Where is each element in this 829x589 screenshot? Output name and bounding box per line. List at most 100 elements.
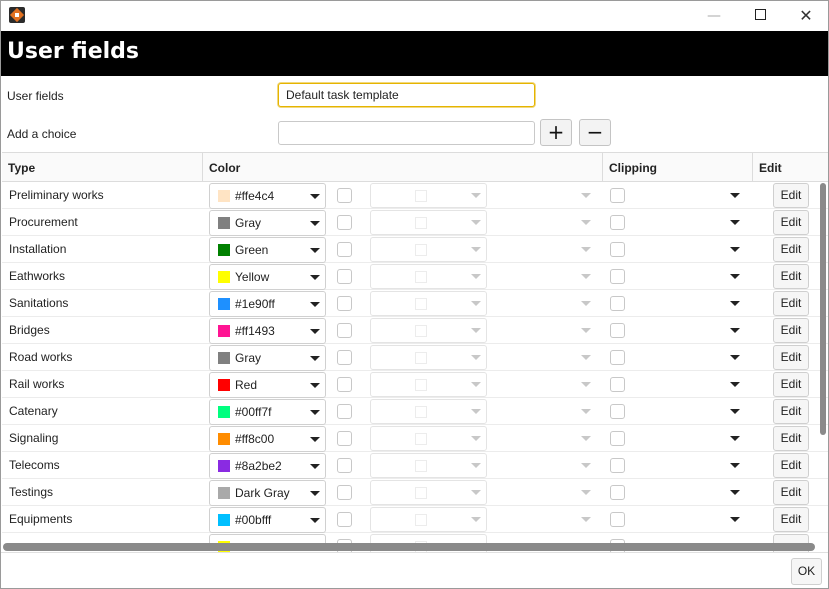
- column-header-edit[interactable]: Edit: [753, 153, 828, 181]
- edit-button[interactable]: Edit: [773, 264, 809, 289]
- chevron-down-icon[interactable]: [730, 301, 740, 306]
- edit-button[interactable]: Edit: [773, 426, 809, 451]
- color-enable-checkbox[interactable]: [337, 512, 352, 527]
- clipping-checkbox[interactable]: [610, 242, 625, 257]
- edit-button[interactable]: Edit: [773, 210, 809, 235]
- color-enable-checkbox[interactable]: [337, 242, 352, 257]
- edit-button[interactable]: Edit: [773, 453, 809, 478]
- chevron-down-icon[interactable]: [730, 436, 740, 441]
- clipping-checkbox[interactable]: [610, 458, 625, 473]
- chevron-down-icon[interactable]: [730, 193, 740, 198]
- chevron-down-icon[interactable]: [730, 220, 740, 225]
- secondary-color-select[interactable]: [370, 183, 487, 208]
- edit-button[interactable]: Edit: [773, 318, 809, 343]
- secondary-color-select[interactable]: [370, 345, 487, 370]
- user-fields-input[interactable]: Default task template: [278, 83, 535, 107]
- chevron-down-icon[interactable]: [581, 382, 591, 387]
- edit-button[interactable]: Edit: [773, 183, 809, 208]
- color-select[interactable]: #ff8c00: [209, 426, 326, 452]
- edit-button[interactable]: Edit: [773, 399, 809, 424]
- chevron-down-icon[interactable]: [581, 436, 591, 441]
- color-select[interactable]: #ffe4c4: [209, 183, 326, 209]
- color-enable-checkbox[interactable]: [337, 269, 352, 284]
- color-enable-checkbox[interactable]: [337, 215, 352, 230]
- close-button[interactable]: ✕: [783, 1, 828, 31]
- clipping-checkbox[interactable]: [610, 350, 625, 365]
- secondary-color-select[interactable]: [370, 291, 487, 316]
- secondary-color-select[interactable]: [370, 210, 487, 235]
- edit-button[interactable]: Edit: [773, 345, 809, 370]
- color-enable-checkbox[interactable]: [337, 431, 352, 446]
- add-choice-button[interactable]: +: [540, 119, 572, 146]
- chevron-down-icon[interactable]: [581, 463, 591, 468]
- color-enable-checkbox[interactable]: [337, 350, 352, 365]
- chevron-down-icon[interactable]: [581, 517, 591, 522]
- chevron-down-icon[interactable]: [730, 382, 740, 387]
- color-select[interactable]: Green: [209, 237, 326, 263]
- secondary-color-select[interactable]: [370, 426, 487, 451]
- title-bar[interactable]: — ✕: [1, 1, 828, 31]
- maximize-button[interactable]: [737, 1, 783, 31]
- column-header-type[interactable]: Type: [2, 153, 203, 181]
- color-enable-checkbox[interactable]: [337, 404, 352, 419]
- edit-button[interactable]: Edit: [773, 291, 809, 316]
- secondary-color-select[interactable]: [370, 264, 487, 289]
- chevron-down-icon[interactable]: [730, 355, 740, 360]
- minimize-button[interactable]: —: [691, 1, 737, 31]
- clipping-checkbox[interactable]: [610, 269, 625, 284]
- color-select[interactable]: #1e90ff: [209, 291, 326, 317]
- color-enable-checkbox[interactable]: [337, 188, 352, 203]
- clipping-checkbox[interactable]: [610, 188, 625, 203]
- color-select[interactable]: Dark Gray: [209, 480, 326, 506]
- chevron-down-icon[interactable]: [581, 490, 591, 495]
- chevron-down-icon[interactable]: [581, 220, 591, 225]
- chevron-down-icon[interactable]: [730, 274, 740, 279]
- edit-button[interactable]: Edit: [773, 480, 809, 505]
- color-select[interactable]: Yellow: [209, 264, 326, 290]
- chevron-down-icon[interactable]: [730, 463, 740, 468]
- secondary-color-select[interactable]: [370, 453, 487, 478]
- clipping-checkbox[interactable]: [610, 296, 625, 311]
- chevron-down-icon[interactable]: [581, 274, 591, 279]
- chevron-down-icon[interactable]: [581, 247, 591, 252]
- edit-button[interactable]: Edit: [773, 507, 809, 532]
- secondary-color-select[interactable]: [370, 399, 487, 424]
- color-enable-checkbox[interactable]: [337, 377, 352, 392]
- color-enable-checkbox[interactable]: [337, 296, 352, 311]
- secondary-color-select[interactable]: [370, 318, 487, 343]
- chevron-down-icon[interactable]: [730, 247, 740, 252]
- chevron-down-icon[interactable]: [581, 328, 591, 333]
- column-header-color[interactable]: Color: [203, 153, 603, 181]
- ok-button[interactable]: OK: [791, 558, 822, 585]
- chevron-down-icon[interactable]: [581, 355, 591, 360]
- remove-choice-button[interactable]: −: [579, 119, 611, 146]
- clipping-checkbox[interactable]: [610, 404, 625, 419]
- color-enable-checkbox[interactable]: [337, 458, 352, 473]
- secondary-color-select[interactable]: [370, 372, 487, 397]
- color-select[interactable]: Gray: [209, 210, 326, 236]
- clipping-checkbox[interactable]: [610, 377, 625, 392]
- vertical-scroll-thumb[interactable]: [820, 183, 826, 435]
- chevron-down-icon[interactable]: [581, 301, 591, 306]
- vertical-scrollbar[interactable]: [819, 183, 827, 543]
- chevron-down-icon[interactable]: [730, 409, 740, 414]
- color-select[interactable]: #00ff7f: [209, 399, 326, 425]
- add-choice-input[interactable]: [278, 121, 535, 145]
- color-select[interactable]: Red: [209, 372, 326, 398]
- secondary-color-select[interactable]: [370, 507, 487, 532]
- clipping-checkbox[interactable]: [610, 323, 625, 338]
- color-select[interactable]: #ff1493: [209, 318, 326, 344]
- color-enable-checkbox[interactable]: [337, 485, 352, 500]
- chevron-down-icon[interactable]: [730, 328, 740, 333]
- edit-button[interactable]: Edit: [773, 372, 809, 397]
- chevron-down-icon[interactable]: [581, 409, 591, 414]
- clipping-checkbox[interactable]: [610, 431, 625, 446]
- color-select[interactable]: #00bfff: [209, 507, 326, 533]
- chevron-down-icon[interactable]: [581, 193, 591, 198]
- secondary-color-select[interactable]: [370, 237, 487, 262]
- clipping-checkbox[interactable]: [610, 512, 625, 527]
- edit-button[interactable]: Edit: [773, 237, 809, 262]
- chevron-down-icon[interactable]: [730, 490, 740, 495]
- chevron-down-icon[interactable]: [730, 517, 740, 522]
- color-enable-checkbox[interactable]: [337, 323, 352, 338]
